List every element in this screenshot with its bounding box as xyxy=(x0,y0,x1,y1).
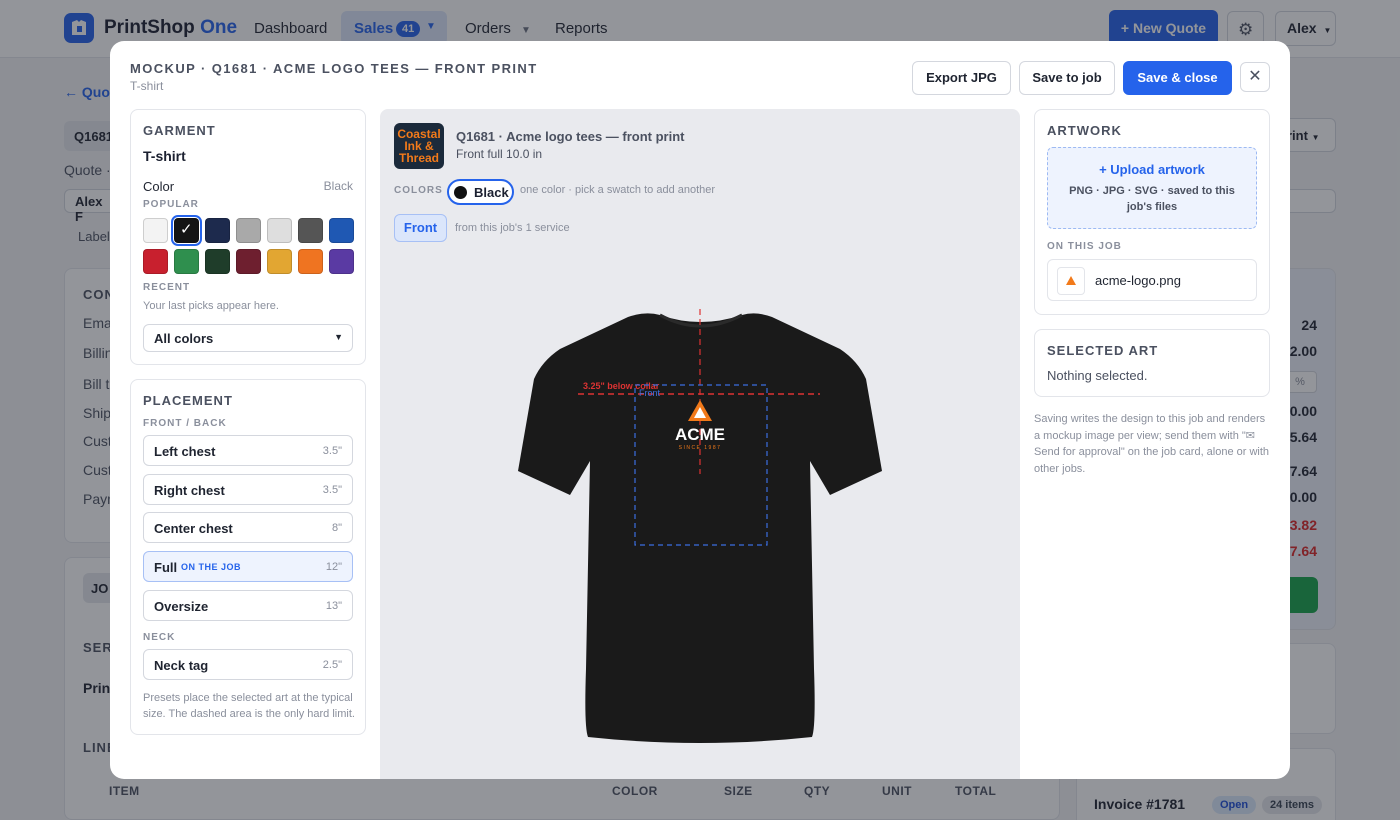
recent-hint: Your last picks appear here. xyxy=(143,300,279,312)
color-dot-icon xyxy=(454,186,467,199)
placement-size: 13" xyxy=(325,600,342,612)
modal-subtitle: T-shirt xyxy=(130,79,164,93)
placement-note: Presets place the selected art at the ty… xyxy=(143,692,355,720)
color-value: Black xyxy=(323,179,353,193)
placement-name: Right chest xyxy=(154,483,225,498)
shop-logo-line: Thread xyxy=(398,151,439,165)
placement-size: 2.5" xyxy=(322,659,342,671)
close-button[interactable]: ✕ xyxy=(1240,62,1270,92)
job-subtitle: Front full 10.0 in xyxy=(456,147,543,161)
view-front-button[interactable]: Front xyxy=(394,214,447,242)
color-chip-label: Black xyxy=(474,185,509,200)
swatch-royal-blue[interactable] xyxy=(329,218,354,243)
swatch-maroon[interactable] xyxy=(236,249,261,274)
modal-title: MOCKUP · Q1681 · ACME LOGO TEES — FRONT … xyxy=(130,61,538,76)
swatch-black[interactable]: ✓ xyxy=(171,215,202,246)
garment-heading: GARMENT xyxy=(143,123,216,138)
placement-name: Center chest xyxy=(154,521,233,536)
color-filter-select[interactable]: All colors ▼ xyxy=(143,324,353,352)
save-to-job-button[interactable]: Save to job xyxy=(1019,61,1115,95)
selected-art-empty: Nothing selected. xyxy=(1047,368,1148,383)
on-this-job-label: ON THIS JOB xyxy=(1047,241,1122,252)
garment-panel: GARMENT T-shirt Color Black POPULAR ✓ RE… xyxy=(130,109,366,365)
swatch-orange[interactable] xyxy=(298,249,323,274)
swatch-charcoal[interactable] xyxy=(298,218,323,243)
placement-name: Left chest xyxy=(154,444,216,459)
job-title: Q1681 · Acme logo tees — front print xyxy=(456,129,685,144)
placement-size: 8" xyxy=(331,522,342,534)
color-chip-black[interactable]: Black xyxy=(447,179,514,205)
check-icon: ✓ xyxy=(180,221,193,238)
logo-text: ACME xyxy=(675,425,725,444)
front-back-label: FRONT / BACK xyxy=(143,418,227,429)
placement-size: 12" xyxy=(325,561,342,573)
acme-thumbnail-icon xyxy=(1066,276,1076,285)
placement-size: 3.5" xyxy=(322,445,342,457)
upload-artwork-dropzone[interactable]: + Upload artwork PNG · JPG · SVG · saved… xyxy=(1047,147,1257,229)
tshirt-shape xyxy=(518,313,882,743)
view-hint: from this job's 1 service xyxy=(455,222,570,234)
print-area-label: Front xyxy=(639,388,661,398)
upload-hint: PNG · JPG · SVG · saved to this job's fi… xyxy=(1069,185,1235,213)
swatch-kelly-green[interactable] xyxy=(174,249,199,274)
swatch-gray[interactable] xyxy=(236,218,261,243)
swatch-gold[interactable] xyxy=(267,249,292,274)
swatch-red[interactable] xyxy=(143,249,168,274)
placement-panel: PLACEMENT FRONT / BACK Left chest 3.5" R… xyxy=(130,379,366,735)
tshirt-mockup: 3.25" below collar Front ACME SINCE 1987 xyxy=(518,309,882,743)
save-note: Saving writes the design to this job and… xyxy=(1034,413,1270,475)
placement-name: Full xyxy=(154,560,178,575)
mockup-preview: Coastal Ink & Thread Q1681 · Acme logo t… xyxy=(380,109,1020,779)
placement-heading: PLACEMENT xyxy=(143,393,233,408)
on-the-job-tag: ON THE JOB xyxy=(181,562,242,572)
recent-label: RECENT xyxy=(143,282,191,293)
selected-art-panel: SELECTED ART Nothing selected. xyxy=(1034,329,1270,397)
placement-name: Oversize xyxy=(154,599,209,614)
placement-right-chest[interactable]: Right chest 3.5" xyxy=(143,474,353,505)
file-thumbnail xyxy=(1057,267,1085,295)
selected-art-heading: SELECTED ART xyxy=(1047,343,1159,358)
shop-logo: Coastal Ink & Thread xyxy=(394,123,444,169)
swatch-navy[interactable] xyxy=(205,218,230,243)
save-and-close-button[interactable]: Save & close xyxy=(1123,61,1232,95)
colors-label: COLORS xyxy=(394,185,443,196)
colors-hint: one color · pick a swatch to add another xyxy=(520,184,716,196)
neck-label: NECK xyxy=(143,632,176,643)
close-icon: ✕ xyxy=(1248,68,1262,85)
chevron-down-icon: ▼ xyxy=(334,332,343,342)
placement-size: 3.5" xyxy=(322,484,342,496)
garment-name: T-shirt xyxy=(143,148,186,164)
artwork-heading: ARTWORK xyxy=(1047,123,1122,138)
color-filter-value: All colors xyxy=(154,331,214,346)
swatch-forest-green[interactable] xyxy=(205,249,230,274)
file-name: acme-logo.png xyxy=(1095,273,1181,288)
artwork-panel: ARTWORK + Upload artwork PNG · JPG · SVG… xyxy=(1034,109,1270,315)
placement-name: Neck tag xyxy=(154,658,209,673)
popular-label: POPULAR xyxy=(143,199,199,210)
placement-full[interactable]: Full ON THE JOB 12" xyxy=(143,551,353,582)
swatch-purple[interactable] xyxy=(329,249,354,274)
export-jpg-button[interactable]: Export JPG xyxy=(912,61,1011,95)
placement-oversize[interactable]: Oversize 13" xyxy=(143,590,353,621)
mockup-modal: MOCKUP · Q1681 · ACME LOGO TEES — FRONT … xyxy=(110,41,1290,779)
logo-tagline: SINCE 1987 xyxy=(679,445,722,451)
placement-left-chest[interactable]: Left chest 3.5" xyxy=(143,435,353,466)
upload-artwork-button[interactable]: + Upload artwork xyxy=(1048,162,1256,177)
swatch-light-gray[interactable] xyxy=(267,218,292,243)
placement-center-chest[interactable]: Center chest 8" xyxy=(143,512,353,543)
swatch-white[interactable] xyxy=(143,218,168,243)
artwork-file-row[interactable]: acme-logo.png xyxy=(1047,259,1257,301)
placement-neck-tag[interactable]: Neck tag 2.5" xyxy=(143,649,353,680)
color-label: Color xyxy=(143,179,175,194)
